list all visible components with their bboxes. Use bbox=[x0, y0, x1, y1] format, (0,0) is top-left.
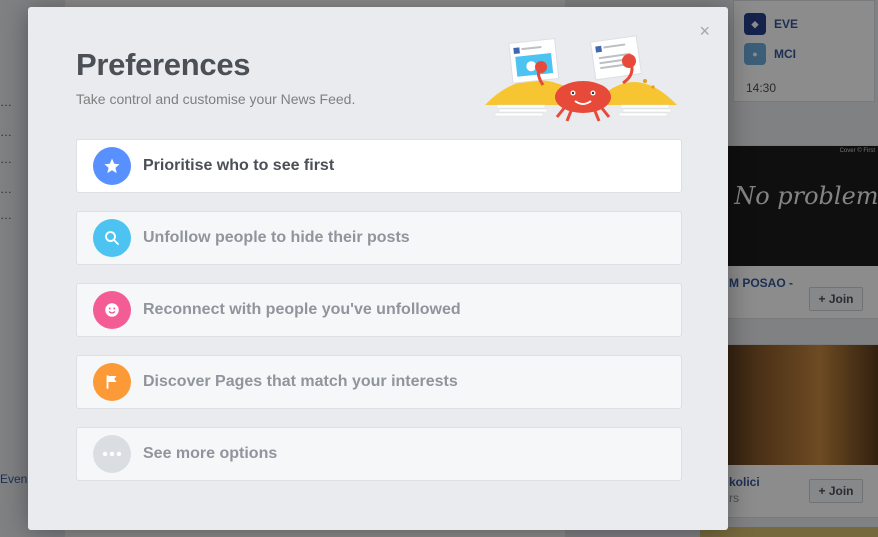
crab-illustration bbox=[485, 35, 677, 122]
option-discover-pages[interactable]: Discover Pages that match your interests bbox=[76, 355, 682, 409]
star-icon bbox=[93, 147, 131, 185]
option-prioritise-who-to-see-first[interactable]: Prioritise who to see first bbox=[76, 139, 682, 193]
smiley-icon bbox=[93, 291, 131, 329]
option-unfollow-people[interactable]: Unfollow people to hide their posts bbox=[76, 211, 682, 265]
dialog-subtitle: Take control and customise your News Fee… bbox=[76, 91, 356, 107]
dialog-title: Preferences bbox=[76, 47, 251, 82]
option-label: Unfollow people to hide their posts bbox=[143, 229, 410, 246]
flag-icon bbox=[93, 363, 131, 401]
option-label: Discover Pages that match your interests bbox=[143, 373, 458, 390]
preferences-dialog: × Preferences Take control and customise… bbox=[28, 7, 728, 530]
option-see-more-options[interactable]: See more options bbox=[76, 427, 682, 481]
option-label: Reconnect with people you've unfollowed bbox=[143, 301, 461, 318]
close-button[interactable]: × bbox=[699, 21, 710, 41]
option-reconnect-with-people[interactable]: Reconnect with people you've unfollowed bbox=[76, 283, 682, 337]
more-dots-icon bbox=[93, 435, 131, 473]
option-label: See more options bbox=[143, 445, 278, 462]
option-label: Prioritise who to see first bbox=[143, 157, 335, 174]
search-icon bbox=[93, 219, 131, 257]
preference-options-list: Prioritise who to see first Unfollow peo… bbox=[76, 139, 682, 499]
